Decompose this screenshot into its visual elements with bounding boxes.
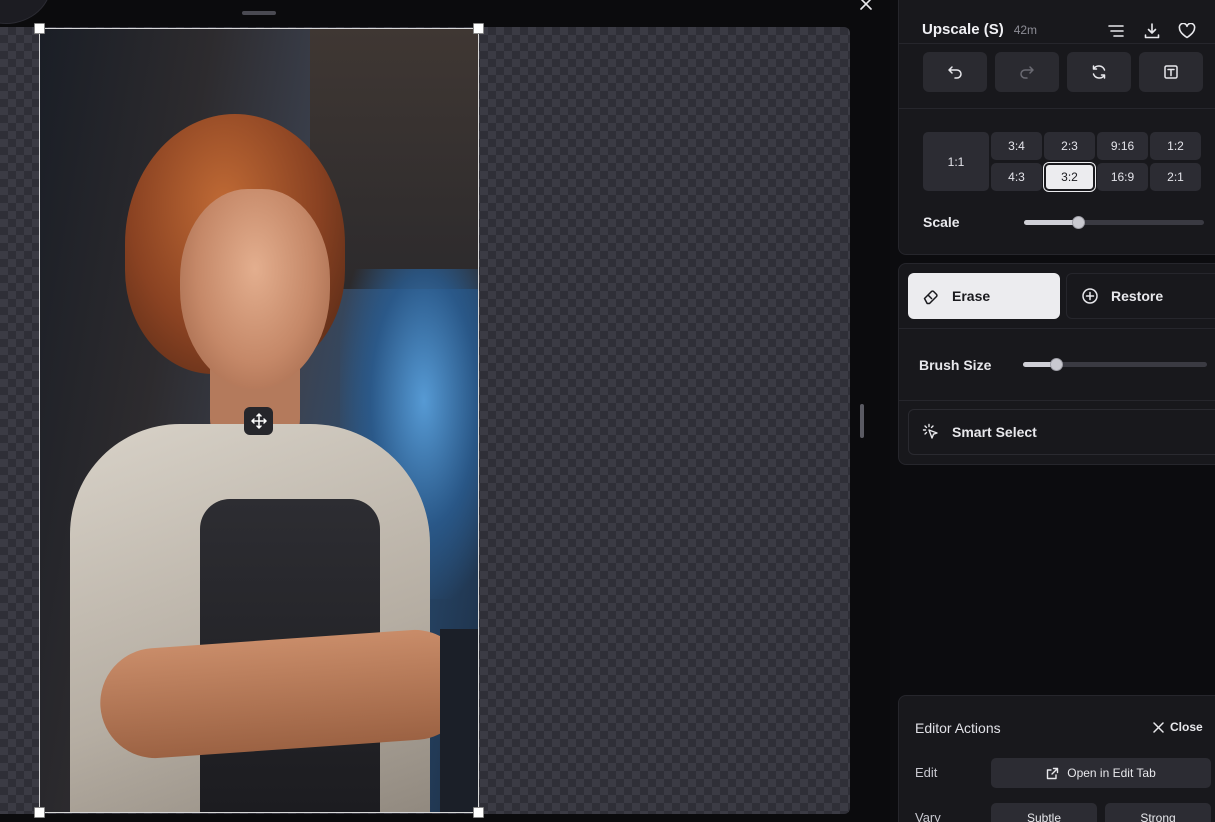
text-box-icon[interactable]	[1139, 52, 1203, 92]
vary-strong-button[interactable]: Strong	[1105, 803, 1211, 822]
corner-badge	[0, 0, 52, 24]
external-link-icon	[1047, 767, 1059, 779]
close-icon	[1153, 721, 1164, 733]
brush-size-slider-knob[interactable]	[1050, 358, 1063, 371]
open-edit-label: Open in Edit Tab	[1067, 766, 1156, 780]
plus-circle-icon	[1082, 288, 1098, 304]
eraser-icon	[923, 290, 938, 305]
resize-handle-top-right[interactable]	[473, 23, 484, 34]
vary-label: Vary	[915, 810, 941, 822]
ratio-2-3[interactable]: 2:3	[1044, 132, 1095, 160]
resize-handle-bottom-left[interactable]	[34, 807, 45, 818]
brush-size-label: Brush Size	[919, 357, 992, 373]
move-icon[interactable]	[244, 407, 273, 435]
editor-actions-card: Editor Actions Close Edit Open in Edit T…	[898, 695, 1215, 822]
ratio-1-2[interactable]: 1:2	[1150, 132, 1201, 160]
ratio-3-2[interactable]: 3:2	[1043, 162, 1096, 192]
resize-handle-top-left[interactable]	[34, 23, 45, 34]
edit-label: Edit	[915, 765, 938, 780]
job-duration: 42m	[1013, 23, 1038, 37]
close-actions-button[interactable]: Close	[1153, 720, 1203, 734]
smart-select-button[interactable]: Smart Select	[908, 409, 1215, 455]
cursor-sparkle-icon	[922, 423, 938, 439]
divider	[899, 328, 1215, 329]
ratio-3-4[interactable]: 3:4	[991, 132, 1042, 160]
brush-tools-card: Erase Restore Brush Size Smart Select	[898, 263, 1215, 465]
ratio-16-9[interactable]: 16:9	[1097, 163, 1148, 191]
aspect-ratio-grid: 1:1 3:4 2:3 9:16 1:2 4:3 3:2 16:9 2:1	[923, 132, 1204, 192]
job-title: Upscale (S)	[922, 21, 1004, 38]
refresh-icon[interactable]	[1067, 52, 1131, 92]
divider	[899, 108, 1215, 109]
divider	[899, 400, 1215, 401]
drag-handle[interactable]	[242, 11, 276, 15]
heart-icon[interactable]	[1176, 20, 1198, 42]
scale-slider-fill	[1024, 220, 1078, 225]
brush-size-slider[interactable]	[1023, 358, 1207, 371]
ratio-4-3[interactable]: 4:3	[991, 163, 1042, 191]
editor-actions-title: Editor Actions	[915, 720, 1001, 736]
redo-icon[interactable]	[995, 52, 1059, 92]
divider	[899, 43, 1215, 44]
close-icon[interactable]	[858, 0, 874, 12]
restore-label: Restore	[1111, 288, 1164, 304]
ratio-2-1[interactable]: 2:1	[1150, 163, 1201, 191]
close-label: Close	[1170, 720, 1203, 734]
vary-subtle-button[interactable]: Subtle	[991, 803, 1097, 822]
scale-label: Scale	[923, 214, 960, 230]
scale-slider-knob[interactable]	[1072, 216, 1085, 229]
upscale-settings-card: Upscale (S) 42m 1:1 3:4 2:3 9:16 1:2 4:3…	[898, 0, 1215, 255]
erase-label: Erase	[952, 288, 991, 304]
ratio-9-16[interactable]: 9:16	[1097, 132, 1148, 160]
photo-stove	[440, 629, 478, 812]
download-icon[interactable]	[1141, 20, 1163, 42]
photo-face	[180, 189, 330, 389]
open-in-edit-tab-button[interactable]: Open in Edit Tab	[991, 758, 1211, 788]
resize-handle-bottom-right[interactable]	[473, 807, 484, 818]
erase-button[interactable]: Erase	[908, 273, 1060, 319]
undo-icon[interactable]	[923, 52, 987, 92]
lines-icon[interactable]	[1105, 20, 1127, 42]
editor-root: Upscale (S) 42m 1:1 3:4 2:3 9:16 1:2 4:3…	[0, 0, 1215, 822]
restore-button[interactable]: Restore	[1066, 273, 1215, 319]
panel-resize-handle[interactable]	[860, 404, 864, 438]
ratio-1-1[interactable]: 1:1	[923, 132, 989, 191]
scale-slider[interactable]	[1024, 216, 1204, 229]
canvas-area[interactable]	[0, 0, 890, 822]
smart-select-label: Smart Select	[952, 424, 1037, 440]
